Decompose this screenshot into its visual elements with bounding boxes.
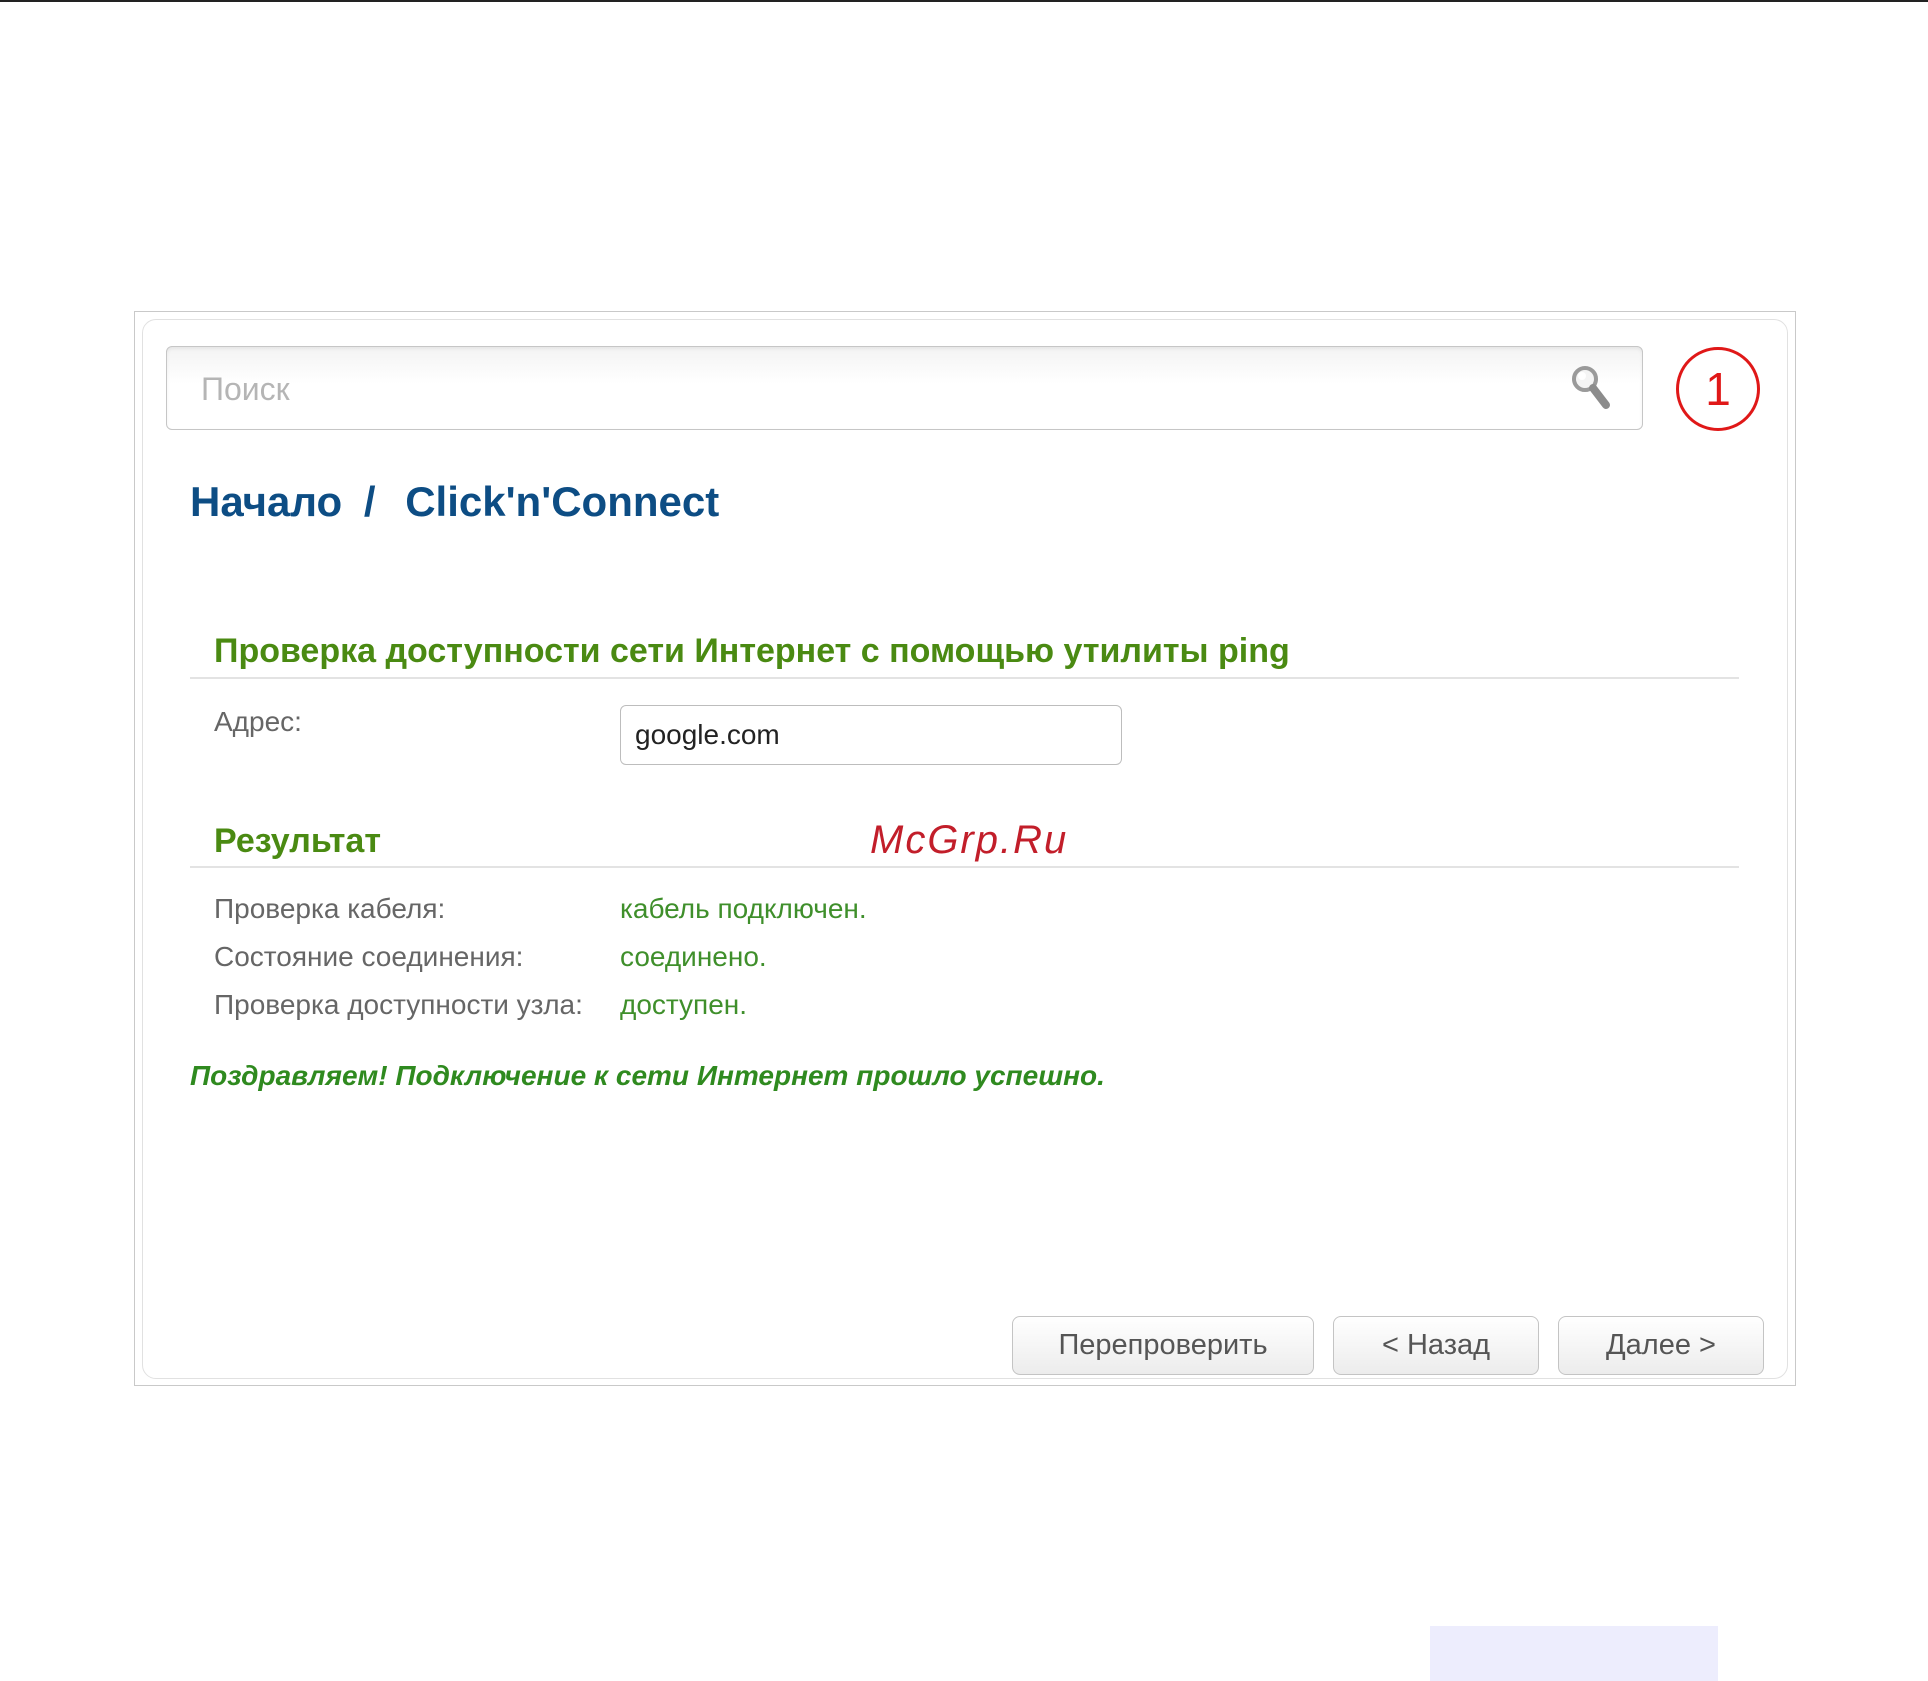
search-icon[interactable] [1569,363,1613,413]
cable-check-label: Проверка кабеля: [214,893,446,924]
address-label: Адрес: [214,706,302,737]
result-section-divider [190,866,1739,868]
breadcrumb: Начало / Click'n'Connect [190,478,719,528]
next-button[interactable]: Далее > [1558,1316,1764,1375]
notification-badge[interactable]: 1 [1676,347,1760,431]
ping-section-divider [190,677,1739,679]
breadcrumb-home[interactable]: Начало [190,478,342,526]
result-section-title: Результат [214,822,381,860]
recheck-button[interactable]: Перепроверить [1012,1316,1314,1375]
cable-check-value: кабель подключен. [620,893,867,924]
watermark: McGrp.Ru [870,818,1069,862]
search-input[interactable] [199,365,1543,413]
back-button[interactable]: < Назад [1333,1316,1539,1375]
host-check-value: доступен. [620,989,748,1020]
breadcrumb-current: Click'n'Connect [405,478,720,525]
breadcrumb-separator: / [363,478,376,525]
notification-count: 1 [1705,363,1731,415]
ping-section-title: Проверка доступности сети Интернет с пом… [214,632,1290,670]
search-box[interactable] [166,346,1643,430]
top-rule [0,0,1928,2]
host-check-label: Проверка доступности узла: [214,989,583,1020]
corner-block [1430,1626,1718,1681]
success-message: Поздравляем! Подключение к сети Интернет… [190,1060,1105,1091]
connection-state-value: соединено. [620,941,767,972]
address-input[interactable] [620,705,1122,765]
connection-state-label: Состояние соединения: [214,941,524,972]
